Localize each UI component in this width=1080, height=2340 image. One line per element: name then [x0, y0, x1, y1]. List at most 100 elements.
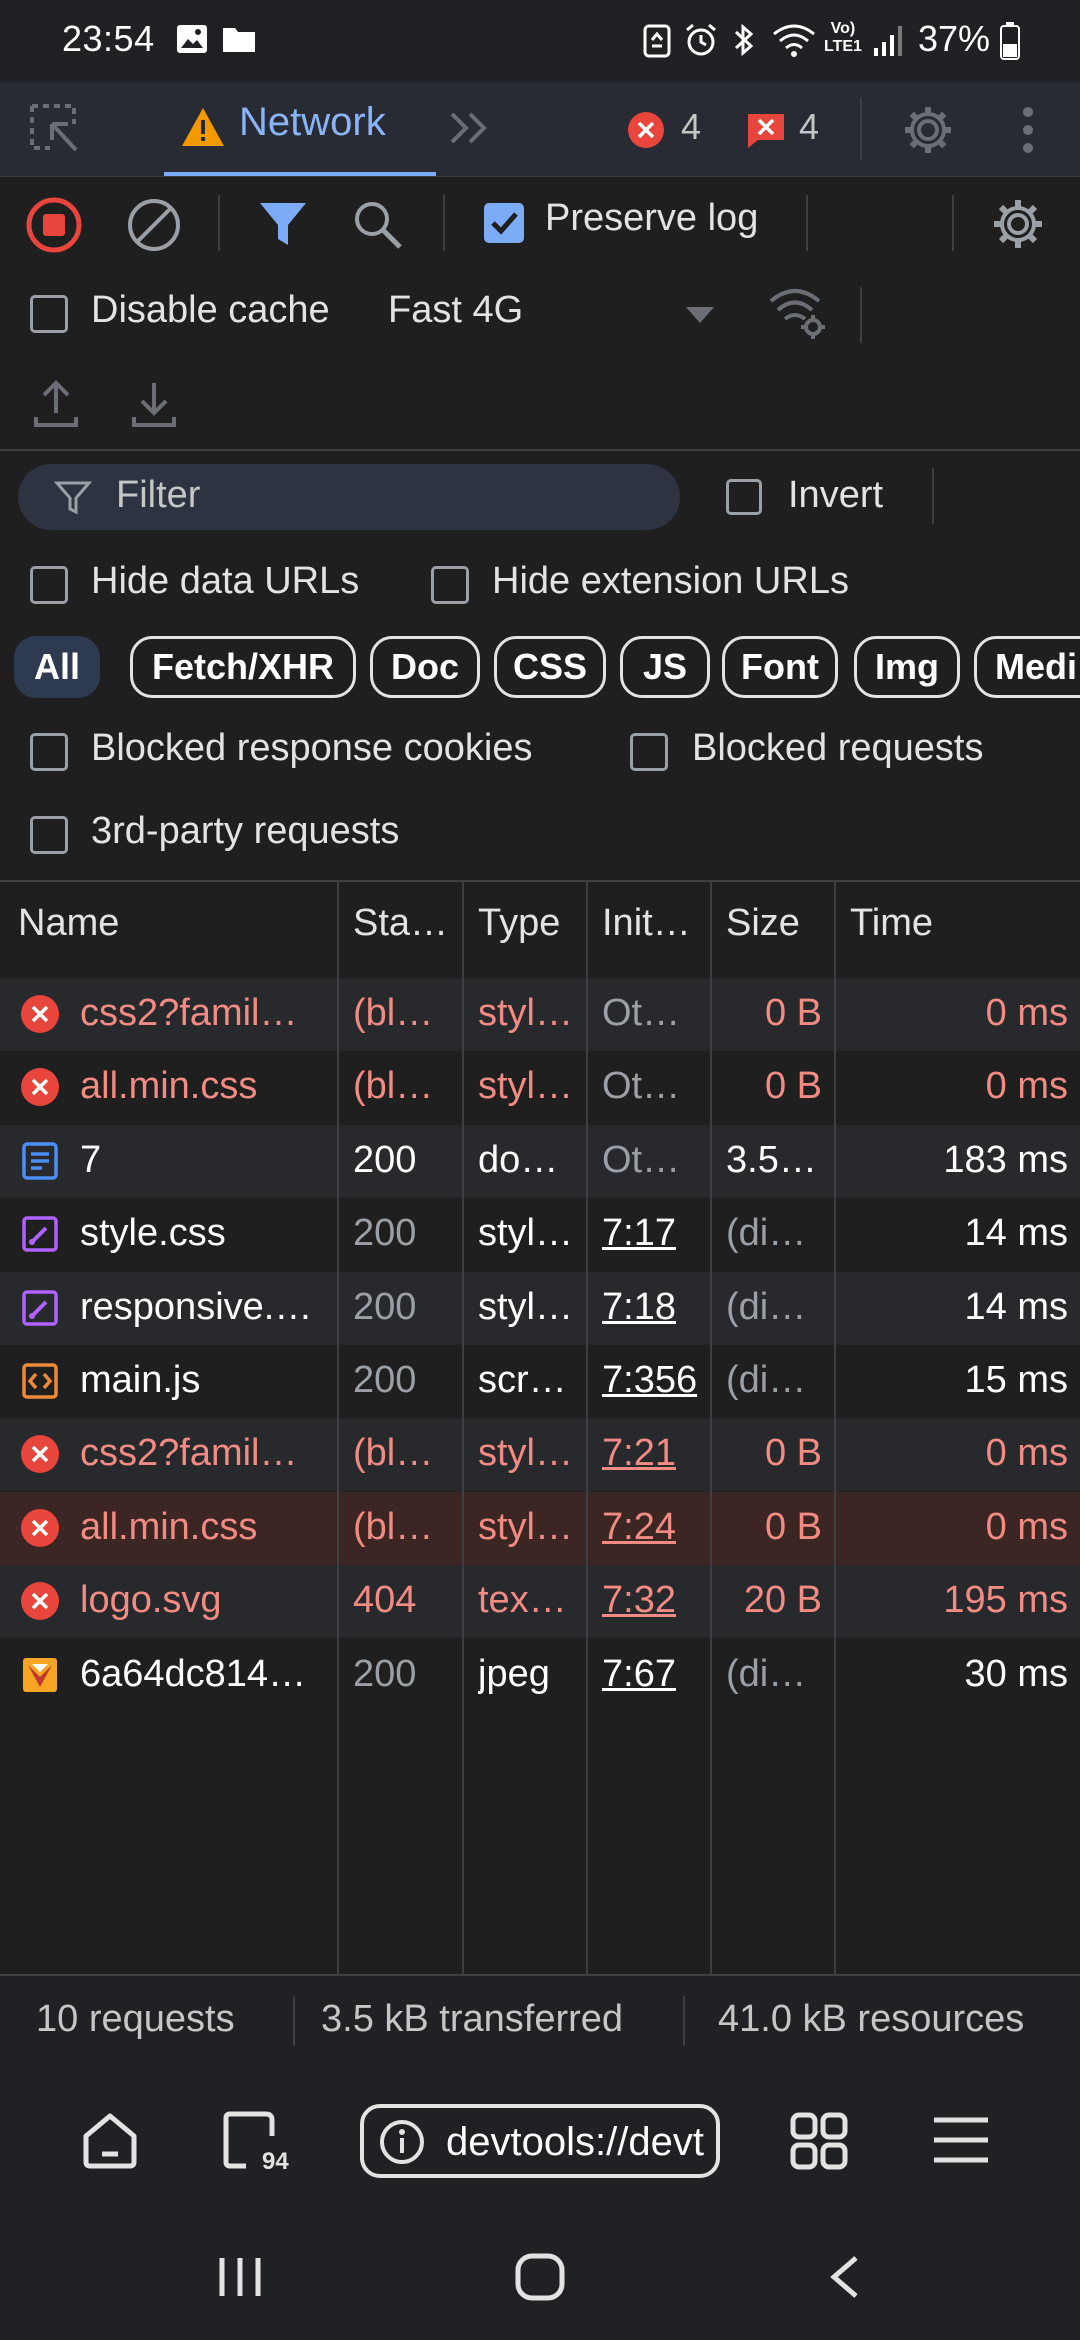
- site-info-icon[interactable]: [378, 2118, 426, 2166]
- chip-all[interactable]: All: [14, 636, 100, 698]
- request-name[interactable]: logo.svg: [80, 1579, 330, 1622]
- chip-media[interactable]: Medi: [974, 636, 1080, 698]
- url-text[interactable]: devtools://devt: [446, 2120, 704, 2165]
- tab-network[interactable]: Network: [239, 100, 386, 145]
- tab-active-indicator: [164, 172, 436, 176]
- inspect-element-icon[interactable]: [28, 102, 84, 158]
- request-type: styl…: [478, 1285, 573, 1328]
- request-name[interactable]: style.css: [80, 1212, 330, 1255]
- column-divider: [462, 882, 464, 1974]
- more-tabs-icon[interactable]: [446, 108, 494, 148]
- back-nav-icon[interactable]: [826, 2254, 862, 2300]
- request-size: (di…: [726, 1359, 807, 1401]
- preserve-log-checkbox[interactable]: [484, 203, 524, 243]
- column-header-name[interactable]: Name: [18, 902, 119, 945]
- error-icon: [20, 994, 60, 1034]
- hide-data-urls-checkbox[interactable]: [30, 566, 68, 604]
- issue-count[interactable]: 4: [799, 106, 819, 148]
- signal-icon: [872, 22, 906, 58]
- request-time: 195 ms: [943, 1579, 1068, 1622]
- error-icon: [20, 1067, 60, 1107]
- filter-toggle-icon[interactable]: [258, 199, 308, 249]
- request-name[interactable]: main.js: [80, 1359, 330, 1402]
- request-status: 200: [353, 1652, 417, 1695]
- request-initiator[interactable]: 7:67: [602, 1653, 708, 1696]
- network-conditions-icon[interactable]: [767, 285, 829, 341]
- table-row[interactable]: all.min.css (bl… styl… Ot… 0 B 0 ms: [0, 1051, 1080, 1125]
- table-row[interactable]: 6a64dc814… 200 jpeg 7:67 (di… 30 ms: [0, 1638, 1080, 1712]
- import-har-icon[interactable]: [32, 377, 80, 429]
- table-row[interactable]: css2?famil… (bl… styl… Ot… 0 B 0 ms: [0, 978, 1080, 1051]
- disable-cache-checkbox[interactable]: [30, 295, 68, 333]
- grid-menu-icon[interactable]: [790, 2112, 848, 2170]
- search-icon[interactable]: [352, 199, 404, 251]
- hide-data-urls-label[interactable]: Hide data URLs: [91, 560, 359, 603]
- column-header-size[interactable]: Size: [726, 902, 800, 945]
- chip-doc[interactable]: Doc: [370, 636, 480, 698]
- chip-css[interactable]: CSS: [494, 636, 606, 698]
- error-count-icon[interactable]: [627, 111, 665, 149]
- request-name[interactable]: all.min.css: [80, 1506, 330, 1549]
- blocked-response-cookies-label[interactable]: Blocked response cookies: [91, 727, 532, 770]
- chip-img[interactable]: Img: [854, 636, 960, 698]
- request-initiator[interactable]: 7:18: [602, 1286, 708, 1329]
- request-initiator[interactable]: 7:32: [602, 1579, 708, 1622]
- table-row[interactable]: responsive.… 200 styl… 7:18 (di… 14 ms: [0, 1271, 1080, 1345]
- chevron-down-icon[interactable]: [684, 305, 716, 325]
- filter-input[interactable]: Filter: [18, 464, 680, 530]
- throttling-select[interactable]: Fast 4G: [388, 289, 523, 332]
- error-count[interactable]: 4: [681, 106, 701, 148]
- column-header-initiator[interactable]: Init…: [602, 902, 691, 945]
- table-row[interactable]: all.min.css (bl… styl… 7:24 0 B 0 ms: [0, 1491, 1080, 1565]
- address-bar[interactable]: devtools://devt: [360, 2104, 720, 2178]
- issue-count-icon[interactable]: [746, 112, 786, 150]
- column-header-time[interactable]: Time: [850, 902, 933, 945]
- network-toolbar-row-2: Disable cache Fast 4G: [0, 269, 1080, 361]
- request-initiator[interactable]: 7:24: [602, 1506, 708, 1549]
- table-row[interactable]: css2?famil… (bl… styl… 7:21 0 B 0 ms: [0, 1418, 1080, 1492]
- request-name[interactable]: css2?famil…: [80, 992, 330, 1035]
- request-name[interactable]: css2?famil…: [80, 1432, 330, 1475]
- settings-gear-icon[interactable]: [902, 104, 954, 156]
- home-nav-icon[interactable]: [514, 2252, 566, 2302]
- table-row[interactable]: main.js 200 scr… 7:356 (di… 15 ms: [0, 1345, 1080, 1418]
- hide-extension-urls-checkbox[interactable]: [431, 566, 469, 604]
- hamburger-menu-icon[interactable]: [932, 2116, 990, 2164]
- hide-extension-urls-label[interactable]: Hide extension URLs: [492, 560, 849, 603]
- table-row[interactable]: style.css 200 styl… 7:17 (di… 14 ms: [0, 1198, 1080, 1272]
- table-row[interactable]: 7 200 do… Ot… 3.5… 183 ms: [0, 1124, 1080, 1198]
- home-icon[interactable]: [80, 2110, 140, 2170]
- kebab-menu-icon[interactable]: [1020, 104, 1036, 156]
- recent-apps-icon[interactable]: [216, 2254, 264, 2300]
- third-party-requests-label[interactable]: 3rd-party requests: [91, 810, 399, 853]
- invert-checkbox[interactable]: [726, 479, 762, 515]
- invert-label[interactable]: Invert: [788, 474, 883, 517]
- request-initiator[interactable]: 7:356: [602, 1359, 708, 1402]
- chip-font[interactable]: Font: [722, 636, 838, 698]
- request-name[interactable]: all.min.css: [80, 1065, 330, 1108]
- request-initiator[interactable]: 7:17: [602, 1212, 708, 1255]
- preserve-log-label[interactable]: Preserve log: [545, 197, 758, 240]
- column-header-status[interactable]: Sta…: [353, 902, 448, 945]
- network-settings-gear-icon[interactable]: [991, 197, 1045, 251]
- table-row[interactable]: logo.svg 404 tex… 7:32 20 B 195 ms: [0, 1565, 1080, 1639]
- stop-recording-icon[interactable]: [26, 197, 82, 253]
- request-name[interactable]: 6a64dc814…: [80, 1653, 330, 1696]
- request-name[interactable]: 7: [80, 1139, 330, 1182]
- tab-count[interactable]: 94: [262, 2148, 289, 2176]
- third-party-requests-checkbox[interactable]: [30, 816, 68, 854]
- divider: [443, 195, 445, 251]
- chip-js[interactable]: JS: [620, 636, 710, 698]
- clear-icon[interactable]: [126, 197, 182, 253]
- export-har-icon[interactable]: [130, 377, 178, 429]
- chip-fetch-xhr[interactable]: Fetch/XHR: [130, 636, 356, 698]
- column-header-type[interactable]: Type: [478, 902, 560, 945]
- blocked-requests-checkbox[interactable]: [630, 733, 668, 771]
- request-type: do…: [478, 1138, 559, 1181]
- request-name[interactable]: responsive.…: [80, 1286, 330, 1329]
- status-time: 23:54: [62, 18, 155, 59]
- blocked-response-cookies-checkbox[interactable]: [30, 733, 68, 771]
- disable-cache-label[interactable]: Disable cache: [91, 289, 330, 332]
- blocked-requests-label[interactable]: Blocked requests: [692, 727, 984, 770]
- request-initiator[interactable]: 7:21: [602, 1432, 708, 1475]
